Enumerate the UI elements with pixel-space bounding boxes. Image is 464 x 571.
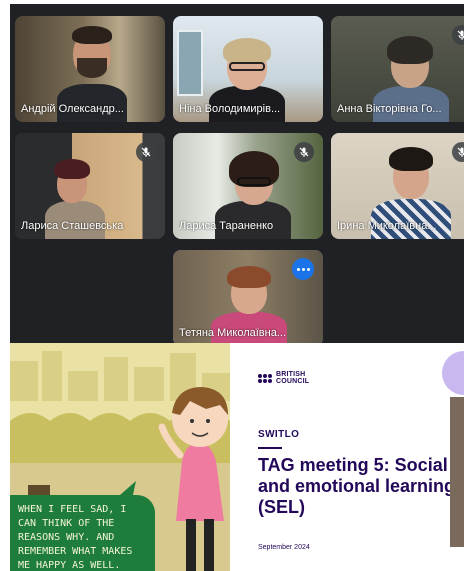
participant-name: Лариса Тараненко bbox=[179, 220, 274, 232]
slide-content: BRITISH COUNCIL SWITLO TAG meeting 5: So… bbox=[242, 343, 464, 571]
participant-tile-2[interactable]: Ніна Володимирів... bbox=[173, 16, 323, 122]
participant-tile-4[interactable]: Лариса Сташевська bbox=[15, 133, 165, 239]
decorative-circle bbox=[442, 351, 464, 395]
participant-tile-1[interactable]: Андрій Олександр... bbox=[15, 16, 165, 122]
slide-date: September 2024 bbox=[258, 544, 310, 551]
participant-tile-5[interactable]: Лариса Тараненко bbox=[173, 133, 323, 239]
participant-tile-6[interactable]: Ірина Миколаївна... bbox=[331, 133, 464, 239]
logo-line-1: BRITISH bbox=[276, 371, 306, 378]
participant-name: Андрій Олександр... bbox=[21, 103, 124, 115]
divider bbox=[258, 447, 282, 449]
participant-name: Тетяна Миколаївна... bbox=[179, 327, 287, 339]
participant-tile-7[interactable]: Тетяна Миколаївна... bbox=[173, 250, 323, 343]
more-options-icon[interactable] bbox=[292, 258, 314, 280]
shared-presentation-slide: When I feel sad, I can think of the reas… bbox=[10, 343, 464, 571]
cartoon-illustration: When I feel sad, I can think of the reas… bbox=[10, 343, 230, 571]
participant-name: Ірина Миколаївна... bbox=[337, 220, 437, 232]
british-council-logo: BRITISH COUNCIL bbox=[258, 371, 309, 385]
window bbox=[177, 30, 203, 96]
photo-edge bbox=[450, 397, 464, 547]
participant-tile-3[interactable]: Анна Вікторівна Го... bbox=[331, 16, 464, 122]
logo-line-2: COUNCIL bbox=[276, 378, 310, 385]
mic-off-icon bbox=[294, 142, 314, 162]
slide-title: TAG meeting 5: Social and emotional lear… bbox=[258, 455, 456, 517]
speech-bubble: When I feel sad, I can think of the reas… bbox=[10, 495, 155, 571]
participant-name: Лариса Сташевська bbox=[21, 220, 124, 232]
logo-dots-icon bbox=[258, 373, 272, 383]
participant-name: Ніна Володимирів... bbox=[179, 103, 281, 115]
video-call-grid: Андрій Олександр... Ніна Володимирів... … bbox=[10, 4, 464, 343]
mic-off-icon bbox=[136, 142, 156, 162]
participant-name: Анна Вікторівна Го... bbox=[337, 103, 442, 115]
program-name: SWITLO bbox=[258, 429, 300, 440]
